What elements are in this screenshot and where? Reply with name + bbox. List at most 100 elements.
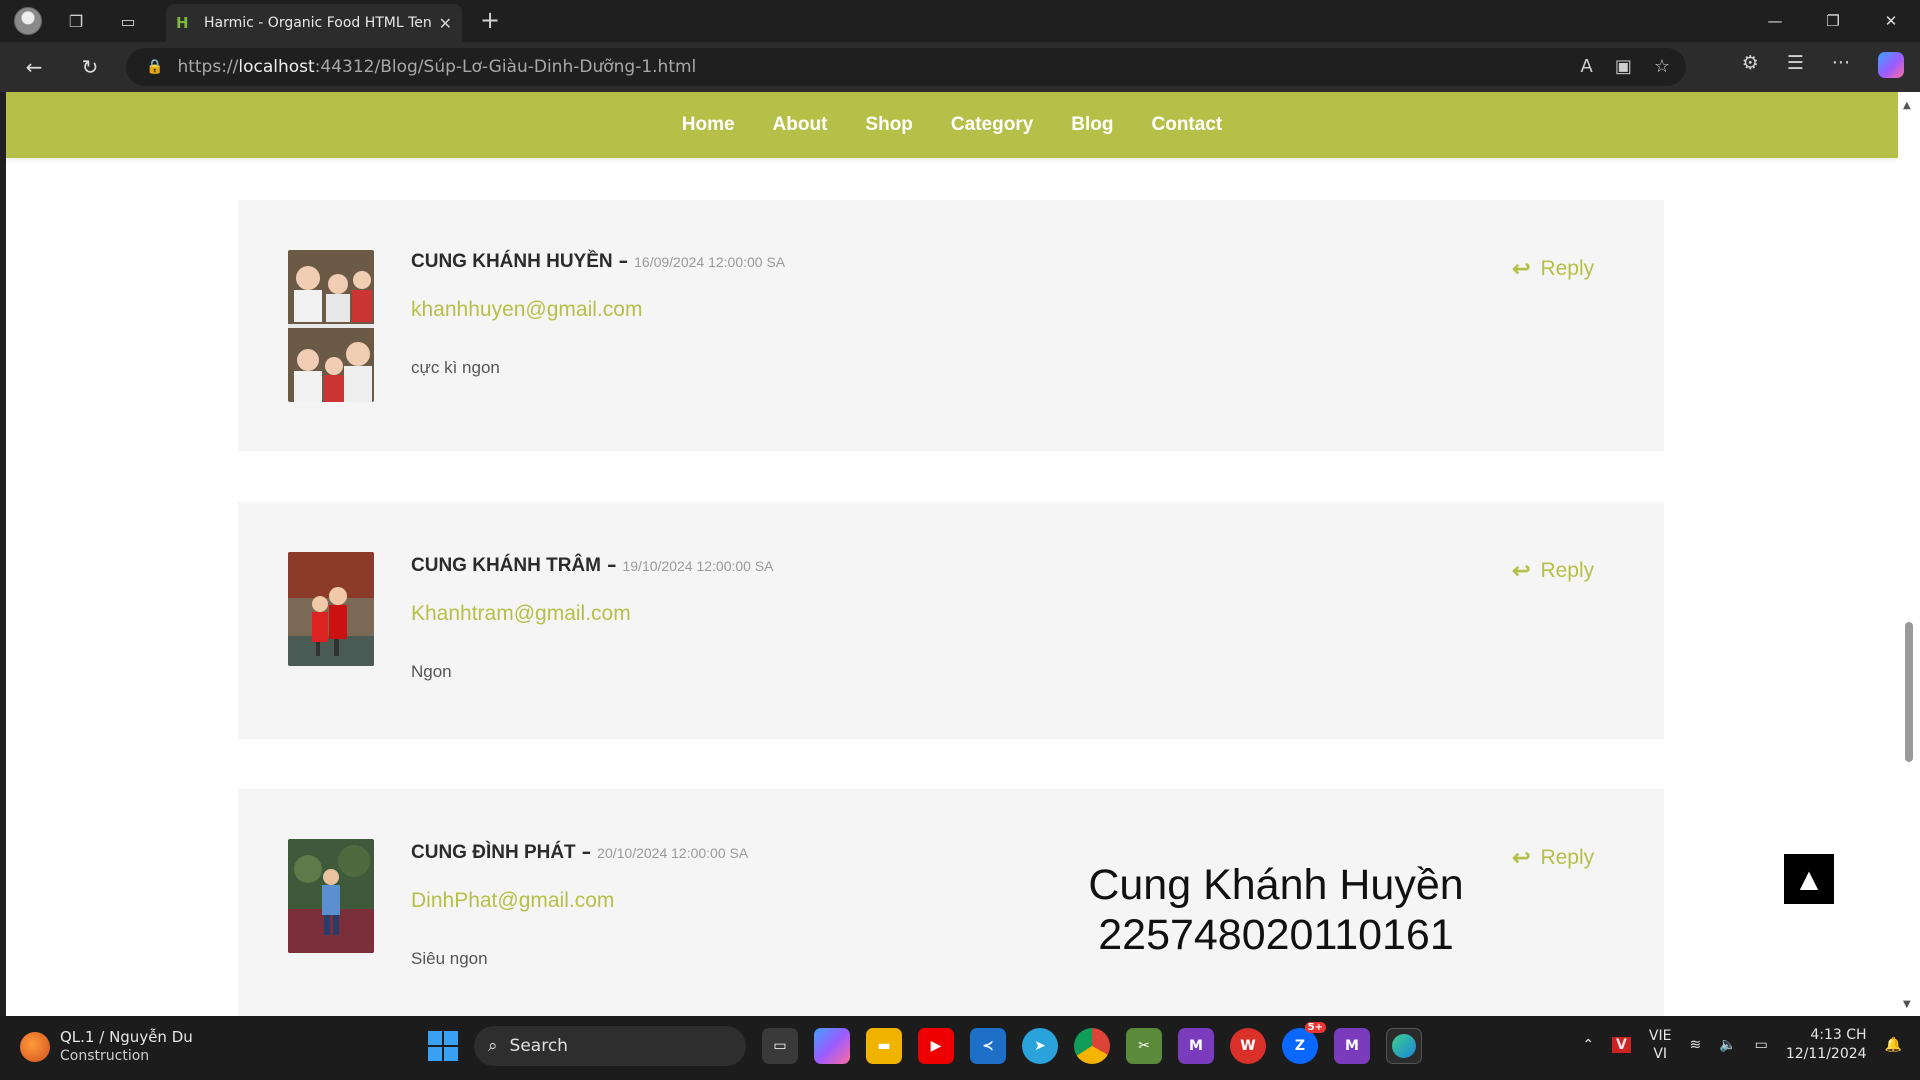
- comment-date: 19/10/2024 12:00:00 SA: [622, 558, 774, 574]
- tab-title: Harmic - Organic Food HTML Ten: [204, 15, 431, 31]
- commenter-name: CUNG KHÁNH HUYỀN: [411, 251, 613, 272]
- comment-date: 20/10/2024 12:00:00 SA: [597, 845, 749, 861]
- reply-label: Reply: [1540, 559, 1595, 582]
- tab-actions-icon[interactable]: ▭: [112, 6, 144, 36]
- battery-icon[interactable]: ▭: [1755, 1037, 1768, 1053]
- commenter-email[interactable]: Khanhtram@gmail.com: [411, 602, 631, 626]
- snipping-tool-icon[interactable]: ✂: [1126, 1028, 1162, 1064]
- edge-icon[interactable]: [1386, 1028, 1422, 1064]
- url-text: https://localhost:44312/Blog/Súp-Lơ-Giàu…: [177, 57, 697, 77]
- language-code: VIE: [1648, 1028, 1672, 1044]
- traffic-title: QL.1 / Nguyễn Du: [60, 1028, 193, 1046]
- back-to-top-button[interactable]: ▲: [1784, 854, 1834, 904]
- traffic-text: QL.1 / Nguyễn Du Construction: [60, 1028, 193, 1066]
- scroll-up-icon[interactable]: ▲: [1903, 100, 1911, 111]
- input-method: VI: [1653, 1046, 1668, 1062]
- search-label: Search: [509, 1036, 568, 1056]
- chrome-icon[interactable]: [1074, 1028, 1110, 1064]
- reply-icon: ↪: [1512, 256, 1531, 281]
- comment-header: CUNG KHÁNH HUYỀN – 16/09/2024 12:00:00 S…: [411, 250, 785, 273]
- minimize-icon[interactable]: —: [1746, 0, 1804, 42]
- language-indicator[interactable]: VIE VI: [1649, 1027, 1672, 1063]
- vietkey-icon[interactable]: V: [1612, 1037, 1631, 1053]
- back-arrow-icon[interactable]: ←: [18, 52, 50, 82]
- comment-text: Siêu ngon: [411, 949, 488, 968]
- reply-button[interactable]: ↪ Reply: [1512, 558, 1594, 584]
- search-icon: ⌕: [488, 1036, 498, 1056]
- windows-start-icon[interactable]: [428, 1031, 458, 1061]
- zalo-badge: 5+: [1304, 1022, 1326, 1033]
- visual-studio-icon[interactable]: M: [1178, 1028, 1214, 1064]
- extensions-icon[interactable]: ⚙: [1742, 52, 1759, 78]
- vscode-icon[interactable]: ≺: [970, 1028, 1006, 1064]
- separator-dash: –: [606, 554, 617, 576]
- wps-office-icon[interactable]: W: [1230, 1028, 1266, 1064]
- new-tab-button[interactable]: +: [474, 6, 506, 34]
- nav-contact[interactable]: Contact: [1152, 114, 1223, 136]
- collections-icon[interactable]: ❐: [60, 6, 92, 36]
- copilot-app-icon[interactable]: [814, 1028, 850, 1064]
- toolbar-icons: ⚙ ☰ ···: [1742, 52, 1904, 78]
- tab-harmic[interactable]: H Harmic - Organic Food HTML Ten ✕: [166, 4, 462, 42]
- lock-icon: 🔒: [146, 59, 164, 75]
- favorite-star-icon[interactable]: ☆: [1654, 56, 1670, 77]
- copilot-icon[interactable]: [1878, 52, 1904, 78]
- traffic-subtitle: Construction: [60, 1048, 150, 1064]
- browser-address-bar: ← ↻ 🔒 https://localhost:44312/Blog/Súp-L…: [0, 42, 1920, 92]
- favorites-icon[interactable]: ☰: [1787, 52, 1804, 78]
- commenter-email[interactable]: khanhhuyen@gmail.com: [411, 298, 642, 322]
- task-view-icon[interactable]: ▭: [762, 1028, 798, 1064]
- reply-label: Reply: [1540, 846, 1595, 869]
- system-tray: ⌃ V VIE VI ≋ 🔈 ▭ 4:13 CH 12/11/2024 🔔: [1582, 1026, 1902, 1064]
- more-options-icon[interactable]: ···: [1832, 52, 1850, 78]
- commenter-name: CUNG ĐÌNH PHÁT: [411, 842, 576, 863]
- comment-text: cực kì ngon: [411, 358, 500, 377]
- nav-about[interactable]: About: [773, 114, 828, 136]
- clock[interactable]: 4:13 CH 12/11/2024: [1786, 1026, 1867, 1064]
- visual-studio-preview-icon[interactable]: M: [1334, 1028, 1370, 1064]
- harmic-favicon-icon: H: [176, 14, 189, 32]
- reply-button[interactable]: ↪ Reply: [1512, 256, 1594, 282]
- close-tab-icon[interactable]: ✕: [439, 14, 452, 33]
- comment-header: CUNG KHÁNH TRÂM – 19/10/2024 12:00:00 SA: [411, 554, 774, 577]
- page-viewport: Home About Shop Category Blog Contact CU…: [6, 92, 1898, 1016]
- commenter-email[interactable]: DinhPhat@gmail.com: [411, 889, 614, 913]
- nav-category[interactable]: Category: [951, 114, 1033, 136]
- site-navigation: Home About Shop Category Blog Contact: [6, 92, 1898, 158]
- volume-icon[interactable]: 🔈: [1719, 1037, 1736, 1053]
- student-watermark: Cung Khánh Huyền 225748020110161: [1016, 860, 1536, 960]
- watermark-name: Cung Khánh Huyền: [1088, 861, 1464, 909]
- chevron-up-icon: ▲: [1799, 865, 1819, 893]
- wifi-icon[interactable]: ≋: [1689, 1037, 1701, 1053]
- construction-icon: [20, 1032, 50, 1062]
- profile-avatar[interactable]: [12, 6, 44, 36]
- scroll-down-icon[interactable]: ▼: [1903, 999, 1911, 1010]
- show-hidden-icons-chevron-icon[interactable]: ⌃: [1582, 1037, 1594, 1053]
- separator-dash: –: [618, 250, 629, 272]
- read-aloud-icon[interactable]: A: [1581, 56, 1593, 77]
- commenter-avatar: [288, 250, 374, 402]
- nav-home[interactable]: Home: [682, 114, 735, 136]
- watermark-id: 225748020110161: [1098, 911, 1454, 959]
- traffic-widget[interactable]: QL.1 / Nguyễn Du Construction: [20, 1028, 193, 1066]
- youtube-icon[interactable]: ▶: [918, 1028, 954, 1064]
- notification-bell-icon[interactable]: 🔔: [1885, 1037, 1902, 1053]
- url-field[interactable]: 🔒 https://localhost:44312/Blog/Súp-Lơ-Gi…: [126, 48, 1686, 86]
- taskbar-search[interactable]: ⌕ Search: [474, 1026, 746, 1066]
- separator-dash: –: [581, 841, 592, 863]
- telegram-icon[interactable]: ➤: [1022, 1028, 1058, 1064]
- immersive-reader-icon[interactable]: ▣: [1615, 56, 1632, 77]
- comment-card: CUNG KHÁNH TRÂM – 19/10/2024 12:00:00 SA…: [238, 502, 1664, 739]
- comment-date: 16/09/2024 12:00:00 SA: [634, 254, 786, 270]
- zalo-icon[interactable]: Z 5+: [1282, 1022, 1326, 1064]
- clock-date: 12/11/2024: [1785, 1046, 1867, 1062]
- url-action-icons: A ▣ ☆: [1581, 56, 1670, 77]
- file-explorer-icon[interactable]: ▬: [866, 1028, 902, 1064]
- page-scrollbar[interactable]: ▲ ▼: [1898, 92, 1920, 1016]
- restore-icon[interactable]: ❐: [1804, 0, 1862, 42]
- scroll-thumb[interactable]: [1905, 622, 1913, 762]
- refresh-icon[interactable]: ↻: [74, 52, 106, 82]
- close-window-icon[interactable]: ✕: [1862, 0, 1920, 42]
- nav-blog[interactable]: Blog: [1071, 114, 1113, 136]
- nav-shop[interactable]: Shop: [865, 114, 913, 136]
